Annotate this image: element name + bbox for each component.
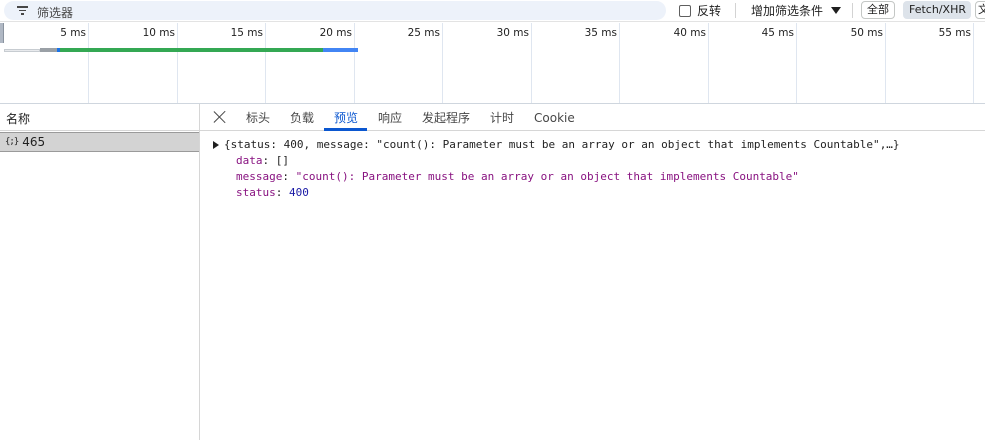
grid-line xyxy=(442,23,443,103)
detail-tabbar: 标头 负载 预览 响应 发起程序 计时 Cookie xyxy=(200,104,985,131)
timeline-bar-queued xyxy=(4,49,40,52)
tick-label: 25 ms xyxy=(407,27,440,39)
grid-line xyxy=(354,23,355,103)
json-property-data[interactable]: data: [] xyxy=(236,153,289,169)
grid-line xyxy=(88,23,89,103)
tick-label: 30 ms xyxy=(496,27,529,39)
tick-label: 35 ms xyxy=(584,27,617,39)
filter-input[interactable]: 筛选器 xyxy=(4,1,666,20)
tab-response[interactable]: 响应 xyxy=(378,104,402,131)
grid-line xyxy=(265,23,266,103)
tick-label: 50 ms xyxy=(850,27,883,39)
grid-line xyxy=(531,23,532,103)
tick-label: 40 ms xyxy=(673,27,706,39)
filter-chip-fetch-xhr[interactable]: Fetch/XHR xyxy=(903,1,971,19)
filter-chip-all[interactable]: 全部 xyxy=(861,1,895,19)
json-preview: {status: 400, message: "count(): Paramet… xyxy=(200,132,985,440)
column-header-name[interactable]: 名称 xyxy=(0,104,199,131)
tick-label: 20 ms xyxy=(319,27,352,39)
tick-label: 15 ms xyxy=(230,27,263,39)
tab-timing[interactable]: 计时 xyxy=(490,104,514,131)
close-icon[interactable] xyxy=(213,110,227,124)
chevron-down-icon xyxy=(831,7,842,14)
divider xyxy=(852,3,853,18)
divider xyxy=(735,3,736,18)
tick-label: 5 ms xyxy=(60,27,86,39)
json-property-status[interactable]: status: 400 xyxy=(236,185,309,201)
overview-resize-handle[interactable] xyxy=(0,23,4,43)
grid-line xyxy=(177,23,178,103)
filter-bar: 筛选器 反转 增加筛选条件 全部 Fetch/XHR 文 xyxy=(0,0,985,22)
timeline-overview[interactable]: 5 ms 10 ms 15 ms 20 ms 25 ms 30 ms 35 ms… xyxy=(0,23,985,104)
request-list: 名称 {;} 465 xyxy=(0,104,200,440)
invert-checkbox[interactable] xyxy=(679,4,691,17)
tab-headers[interactable]: 标头 xyxy=(246,104,270,131)
expand-triangle-icon[interactable] xyxy=(213,141,219,149)
filter-icon xyxy=(16,6,28,16)
xhr-json-icon: {;} xyxy=(5,137,19,147)
request-detail-panel: 标头 负载 预览 响应 发起程序 计时 Cookie {status: 400,… xyxy=(200,104,985,440)
grid-line xyxy=(619,23,620,103)
json-property-message[interactable]: message: "count(): Parameter must be an … xyxy=(236,169,799,185)
more-filters-dropdown[interactable]: 增加筛选条件 xyxy=(751,2,842,19)
request-row[interactable]: {;} 465 xyxy=(0,132,199,152)
timeline-bar-ttfb xyxy=(60,48,323,52)
timeline-bar-download xyxy=(323,48,358,52)
invert-label: 反转 xyxy=(697,4,722,18)
tick-label: 10 ms xyxy=(142,27,175,39)
grid-line xyxy=(885,23,886,103)
tab-initiator[interactable]: 发起程序 xyxy=(422,104,470,131)
tick-label: 55 ms xyxy=(938,27,971,39)
tab-preview[interactable]: 预览 xyxy=(334,104,358,131)
json-summary-line[interactable]: {status: 400, message: "count(): Paramet… xyxy=(224,137,900,153)
tick-label: 45 ms xyxy=(761,27,794,39)
active-tab-indicator xyxy=(324,128,367,131)
more-filters-label: 增加筛选条件 xyxy=(751,4,824,18)
tab-payload[interactable]: 负载 xyxy=(290,104,314,131)
grid-line xyxy=(708,23,709,103)
grid-line xyxy=(796,23,797,103)
timeline-bar-waiting xyxy=(40,48,57,52)
invert-toggle[interactable]: 反转 xyxy=(679,2,721,19)
filter-placeholder: 筛选器 xyxy=(37,6,74,20)
filter-chip-doc[interactable]: 文 xyxy=(975,1,985,19)
request-name: 465 xyxy=(22,135,46,149)
grid-line xyxy=(973,23,974,103)
tab-cookie[interactable]: Cookie xyxy=(534,104,575,131)
